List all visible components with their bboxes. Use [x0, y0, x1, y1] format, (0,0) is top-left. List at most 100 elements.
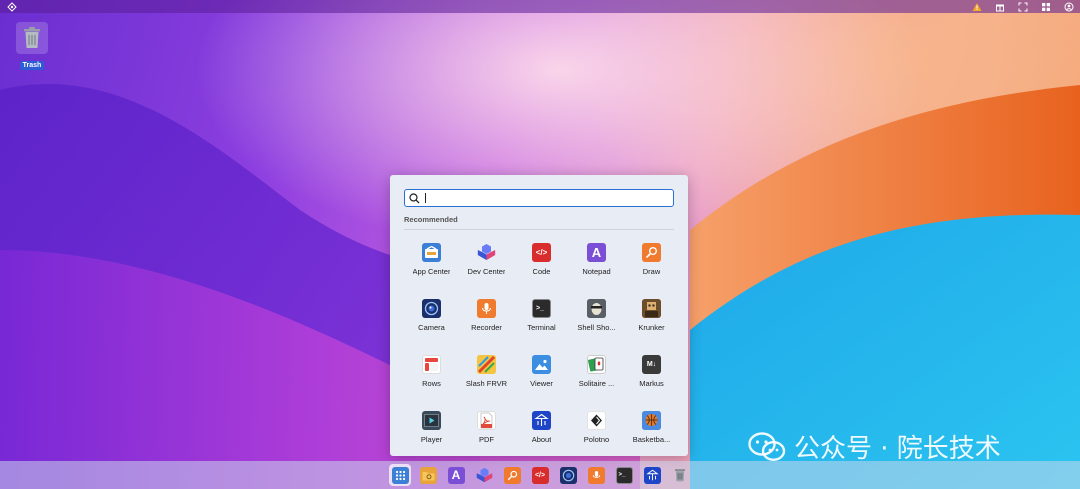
app-tile-terminal[interactable]: >_ Terminal — [514, 288, 569, 344]
dock-item-trash[interactable] — [669, 464, 691, 486]
draw-icon — [503, 466, 521, 484]
dock-item-terminal[interactable]: >_ — [613, 464, 635, 486]
app-tile-draw[interactable]: Draw — [624, 232, 679, 288]
solitaire-icon — [587, 355, 606, 374]
app-tile-pdf[interactable]: PDF — [459, 400, 514, 456]
app-tile-shell-shockers[interactable]: Shell Sho... — [569, 288, 624, 344]
app-tile-notepad[interactable]: A Notepad — [569, 232, 624, 288]
app-label: Polotno — [583, 435, 610, 444]
app-tile-basketball[interactable]: Basketba... — [624, 400, 679, 456]
app-grid: App Center Dev Center </> Code A Notepad… — [404, 232, 679, 456]
dock-item-camera[interactable] — [557, 464, 579, 486]
gift-icon[interactable] — [994, 1, 1005, 12]
fullscreen-icon[interactable] — [1017, 1, 1028, 12]
app-tile-slash-frvr[interactable]: Slash FRVR — [459, 344, 514, 400]
grid-icon[interactable] — [1040, 1, 1051, 12]
user-icon[interactable] — [1063, 1, 1074, 12]
app-label: Markus — [639, 379, 664, 388]
app-label: Notepad — [582, 267, 611, 276]
search-icon — [409, 192, 420, 203]
search-input[interactable] — [431, 193, 671, 203]
slash-frvr-icon — [477, 355, 496, 374]
app-label: Terminal — [527, 323, 556, 332]
player-icon — [422, 411, 441, 430]
app-label: Viewer — [530, 379, 553, 388]
draw-icon — [642, 243, 661, 262]
dock-item-dev-center[interactable] — [473, 464, 495, 486]
desktop-icon-trash[interactable]: Trash — [16, 22, 48, 72]
terminal-icon: >_ — [615, 466, 633, 484]
trash-icon — [672, 467, 689, 484]
rows-icon — [422, 355, 441, 374]
top-bar — [0, 0, 1080, 13]
dock-item-notepad[interactable]: A — [445, 464, 467, 486]
app-tile-rows[interactable]: Rows — [404, 344, 459, 400]
app-label: Basketba... — [632, 435, 671, 444]
code-icon: </> — [532, 243, 551, 262]
divider — [404, 229, 674, 230]
app-label: Player — [420, 435, 443, 444]
app-tile-player[interactable]: Player — [404, 400, 459, 456]
shell-shockers-icon — [587, 299, 606, 318]
file-manager-icon — [419, 466, 437, 484]
about-icon — [643, 466, 661, 484]
app-label: Shell Sho... — [577, 323, 616, 332]
app-label: Solitaire ... — [578, 379, 615, 388]
trash-icon — [16, 22, 48, 54]
app-tile-dev-center[interactable]: Dev Center — [459, 232, 514, 288]
watermark: 公众号 · 院长技术 — [748, 428, 1001, 465]
section-title: Recommended — [404, 215, 458, 224]
dock-item-file-manager[interactable] — [417, 464, 439, 486]
app-tile-app-center[interactable]: App Center — [404, 232, 459, 288]
app-label: Slash FRVR — [465, 379, 508, 388]
search-box[interactable] — [404, 189, 674, 207]
polotno-icon — [587, 411, 606, 430]
warning-icon[interactable] — [971, 1, 982, 12]
app-label: Dev Center — [467, 267, 506, 276]
app-label: Draw — [642, 267, 661, 276]
app-label: Rows — [422, 379, 441, 388]
dock-item-code[interactable]: </> — [529, 464, 551, 486]
app-launcher: Recommended App Center Dev Center </> Co… — [390, 175, 688, 456]
app-tile-polotno[interactable]: Polotno — [569, 400, 624, 456]
pdf-icon — [477, 411, 496, 430]
launcher-grid-icon — [391, 466, 409, 484]
app-label: Recorder — [471, 323, 502, 332]
notepad-icon: A — [447, 466, 465, 484]
dev-center-icon — [477, 243, 496, 262]
wechat-icon — [748, 431, 786, 461]
app-tile-camera[interactable]: Camera — [404, 288, 459, 344]
dock-item-about[interactable] — [641, 464, 663, 486]
app-tile-viewer[interactable]: Viewer — [514, 344, 569, 400]
app-label: PDF — [479, 435, 494, 444]
app-tile-solitaire[interactable]: Solitaire ... — [569, 344, 624, 400]
markus-icon: M↓ — [642, 355, 661, 374]
app-label: Camera — [418, 323, 445, 332]
recorder-icon — [477, 299, 496, 318]
recorder-icon — [587, 466, 605, 484]
dock-item-draw[interactable] — [501, 464, 523, 486]
dock-item-launcher[interactable] — [389, 464, 411, 486]
dock: A </> >_ — [0, 461, 1080, 489]
app-tile-krunker[interactable]: Krunker — [624, 288, 679, 344]
viewer-icon — [532, 355, 551, 374]
basketball-icon — [642, 411, 661, 430]
app-label: Krunker — [638, 323, 665, 332]
text-caret — [425, 193, 426, 203]
camera-icon — [559, 466, 577, 484]
app-center-icon — [422, 243, 441, 262]
camera-icon — [422, 299, 441, 318]
app-label: Code — [532, 267, 551, 276]
app-logo-icon[interactable] — [6, 1, 17, 12]
code-icon: </> — [531, 466, 549, 484]
app-tile-markus[interactable]: M↓ Markus — [624, 344, 679, 400]
about-icon — [532, 411, 551, 430]
app-tile-about[interactable]: About — [514, 400, 569, 456]
app-tile-code[interactable]: </> Code — [514, 232, 569, 288]
notepad-icon: A — [587, 243, 606, 262]
dock-item-recorder[interactable] — [585, 464, 607, 486]
terminal-icon: >_ — [532, 299, 551, 318]
app-tile-recorder[interactable]: Recorder — [459, 288, 514, 344]
krunker-icon — [642, 299, 661, 318]
watermark-text: 公众号 · 院长技术 — [794, 434, 1001, 464]
